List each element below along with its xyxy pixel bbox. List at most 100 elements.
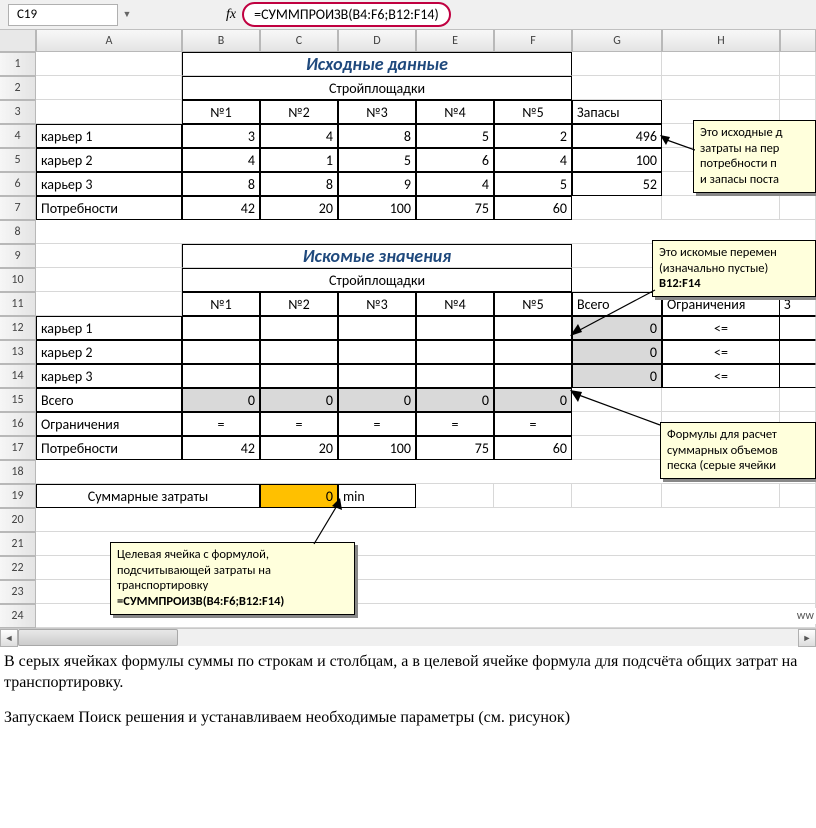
row-header[interactable]: 14 [0,364,36,388]
sum-cost-label[interactable]: Суммарные затраты [36,484,260,508]
cell[interactable]: 4 [260,124,338,148]
row-header[interactable]: 16 [0,412,36,436]
cell[interactable] [780,484,816,508]
row-header[interactable]: 7 [0,196,36,220]
cell[interactable]: 60 [494,436,572,460]
cell[interactable]: карьер 2 [36,148,182,172]
row-header[interactable]: 23 [0,580,36,604]
cell[interactable]: 0 [572,364,662,388]
cell[interactable] [780,388,816,412]
col-header-G[interactable]: G [572,30,662,52]
cell[interactable] [662,52,780,76]
row-header[interactable]: 22 [0,556,36,580]
cell[interactable] [494,364,572,388]
cell[interactable] [36,508,816,532]
cell[interactable]: Потребности [36,196,182,220]
cell[interactable] [260,340,338,364]
cell[interactable]: = [260,412,338,436]
cell[interactable]: Запасы [572,100,662,124]
cell[interactable]: карьер 1 [36,316,182,340]
cell[interactable] [780,364,816,388]
cell[interactable] [416,316,494,340]
cell[interactable]: 4 [494,148,572,172]
cell[interactable]: Всего [36,388,182,412]
cell[interactable] [338,316,416,340]
cell[interactable]: карьер 3 [36,364,182,388]
cell[interactable] [780,340,816,364]
cell[interactable]: 0 [494,388,572,412]
cell[interactable] [572,484,662,508]
cell[interactable]: №4 [416,100,494,124]
cell[interactable] [36,76,182,100]
cell[interactable] [572,52,662,76]
cell[interactable] [780,316,816,340]
cell[interactable] [662,196,780,220]
name-box-dropdown[interactable]: ▼ [118,9,136,20]
cell[interactable]: = [182,412,260,436]
cell[interactable]: 42 [182,436,260,460]
select-all-corner[interactable] [0,30,36,52]
cell[interactable]: <= [662,364,780,388]
row-header[interactable]: 5 [0,148,36,172]
cell[interactable]: 20 [260,196,338,220]
cell[interactable] [780,76,816,100]
cell[interactable] [36,292,182,316]
cell[interactable] [572,436,662,460]
scrollbar-thumb[interactable] [18,629,178,646]
cell[interactable] [36,244,182,268]
cell[interactable] [338,340,416,364]
cell[interactable] [416,484,494,508]
cell[interactable]: 0 [338,388,416,412]
row-header[interactable]: 18 [0,460,36,484]
cell[interactable]: №5 [494,100,572,124]
cell[interactable] [572,268,662,292]
cell[interactable] [780,52,816,76]
cell[interactable] [36,100,182,124]
cell[interactable] [416,340,494,364]
cell[interactable]: 1 [260,148,338,172]
cell[interactable]: 5 [338,148,416,172]
cell[interactable]: 4 [182,148,260,172]
cell[interactable] [182,364,260,388]
cell[interactable]: Ограничения [36,412,182,436]
row-header[interactable]: 11 [0,292,36,316]
cell[interactable]: №2 [260,100,338,124]
cell[interactable]: 9 [338,172,416,196]
cell[interactable]: №5 [494,292,572,316]
cell[interactable] [494,484,572,508]
cell[interactable]: 8 [260,172,338,196]
cell[interactable]: карьер 2 [36,340,182,364]
col-header-E[interactable]: E [416,30,494,52]
col-header-D[interactable]: D [338,30,416,52]
cell[interactable]: 75 [416,196,494,220]
row-header[interactable]: 3 [0,100,36,124]
cell[interactable]: №3 [338,100,416,124]
row-header[interactable]: 13 [0,340,36,364]
cell[interactable] [260,316,338,340]
cell[interactable]: 0 [572,340,662,364]
cell[interactable]: 2 [494,124,572,148]
cell[interactable] [572,76,662,100]
cell[interactable]: min [338,484,416,508]
cell[interactable]: 0 [416,388,494,412]
cell[interactable]: 8 [182,172,260,196]
cell[interactable]: 100 [338,196,416,220]
cell[interactable] [494,340,572,364]
cell[interactable] [662,76,780,100]
row-header[interactable]: 17 [0,436,36,460]
row-header[interactable]: 21 [0,532,36,556]
formula-input[interactable]: =СУММПРОИЗВ(B4:F6;B12:F14) [242,2,451,27]
row-header[interactable]: 6 [0,172,36,196]
col-header-A[interactable]: A [36,30,182,52]
cell[interactable] [260,364,338,388]
row-header[interactable]: 12 [0,316,36,340]
cell[interactable]: карьер 3 [36,172,182,196]
cell[interactable]: 5 [416,124,494,148]
sites-header-2[interactable]: Стройплощадки [182,268,572,292]
cell[interactable]: №4 [416,292,494,316]
cell[interactable]: = [416,412,494,436]
horizontal-scrollbar[interactable]: ◄ ► [0,628,816,646]
cell[interactable]: Потребности [36,436,182,460]
row-header[interactable]: 20 [0,508,36,532]
row-header[interactable]: 15 [0,388,36,412]
